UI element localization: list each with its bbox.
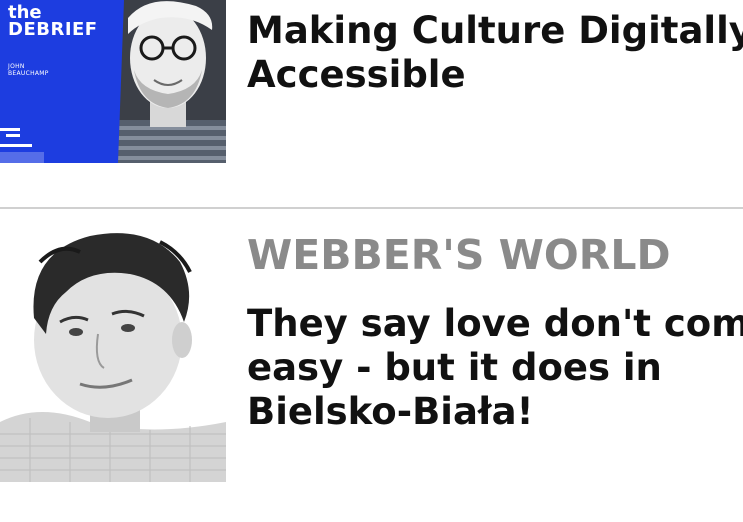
headline-line-1: Making Culture Digitally — [247, 9, 743, 52]
headline-line-1: They say love don't come — [247, 302, 743, 345]
host-first-name: JOHN — [8, 63, 25, 70]
headline-line-2: easy - but it does in — [247, 346, 662, 389]
article-thumbnail-debrief-podcast[interactable]: the DEBRIEF JOHN BEAUCHAMP — [0, 0, 226, 163]
headline-line-2: Accessible — [247, 53, 466, 96]
podcast-logo: the DEBRIEF — [8, 4, 98, 40]
host-last-name: BEAUCHAMP — [8, 70, 49, 77]
podcast-host-name: JOHN BEAUCHAMP — [8, 63, 49, 77]
article-headline[interactable]: They say love don't come easy - but it d… — [247, 302, 743, 434]
article-divider — [0, 207, 743, 209]
podcast-logo-line2: DEBRIEF — [8, 19, 98, 40]
article-headline[interactable]: Making Culture Digitally Accessible — [247, 9, 743, 97]
article-card-webbers-world[interactable]: WEBBER'S WORLD They say love don't come … — [0, 222, 743, 482]
author-portrait-image — [0, 222, 226, 482]
article-list: the DEBRIEF JOHN BEAUCHAMP Making Cultur… — [0, 0, 743, 522]
article-card-making-culture[interactable]: the DEBRIEF JOHN BEAUCHAMP Making Cultur… — [0, 0, 743, 163]
article-section-label[interactable]: WEBBER'S WORLD — [247, 230, 670, 280]
headline-line-3: Bielsko-Biała! — [247, 390, 534, 433]
article-thumbnail-author-photo[interactable] — [0, 222, 226, 482]
